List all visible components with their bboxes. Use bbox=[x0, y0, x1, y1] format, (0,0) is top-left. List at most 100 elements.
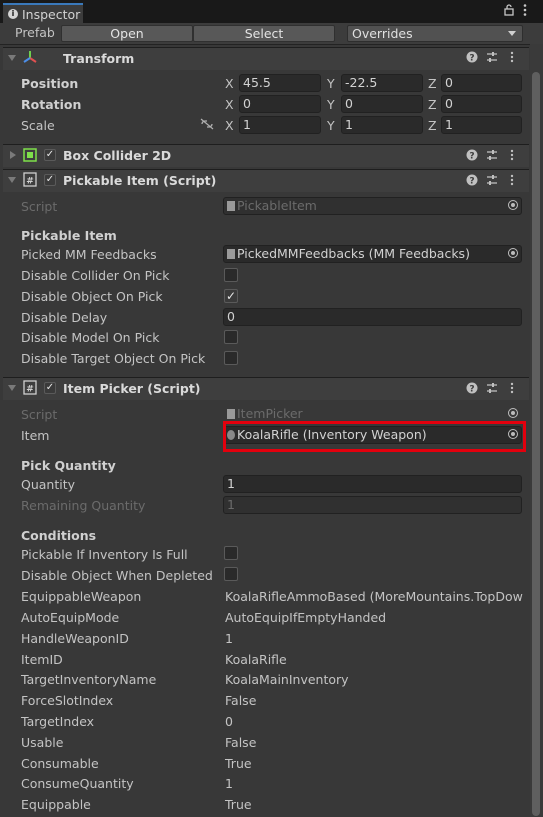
tab-inspector[interactable]: i Inspector bbox=[3, 3, 83, 23]
position-z-field[interactable]: 0 bbox=[441, 74, 522, 92]
help-icon[interactable]: ? bbox=[466, 51, 478, 66]
axis-y-label: Y bbox=[327, 97, 335, 112]
disable-model-label: Disable Model On Pick bbox=[21, 330, 160, 345]
force-slot-index-value: False bbox=[225, 693, 257, 708]
item-picker-enabled-checkbox[interactable]: ✓ bbox=[44, 382, 56, 394]
target-index-label: TargetIndex bbox=[21, 714, 95, 729]
position-x-field[interactable]: 45.5 bbox=[239, 74, 321, 92]
foldout-arrow-icon[interactable] bbox=[8, 177, 16, 183]
preset-icon[interactable] bbox=[486, 149, 498, 164]
preset-icon[interactable] bbox=[486, 51, 498, 66]
script-file-icon bbox=[227, 409, 235, 419]
position-y-field[interactable]: -22.5 bbox=[341, 74, 423, 92]
object-picker-icon bbox=[508, 408, 518, 418]
handle-weapon-id-label: HandleWeaponID bbox=[21, 631, 129, 646]
foldout-arrow-icon[interactable] bbox=[8, 55, 16, 61]
scrollbar-thumb[interactable] bbox=[532, 72, 540, 816]
svg-text:?: ? bbox=[469, 177, 474, 187]
help-icon[interactable]: ? bbox=[466, 382, 478, 397]
scale-y-field[interactable]: 1 bbox=[341, 116, 423, 134]
axis-z-label: Z bbox=[428, 76, 437, 91]
overrides-dropdown[interactable]: Overrides bbox=[347, 25, 523, 42]
equippable-label: Equippable bbox=[21, 797, 91, 812]
prefab-label: Prefab bbox=[15, 25, 55, 40]
help-icon[interactable]: ? bbox=[466, 149, 478, 164]
axis-y-label: Y bbox=[327, 118, 335, 133]
scale-x-field[interactable]: 1 bbox=[239, 116, 321, 134]
component-menu-icon[interactable] bbox=[509, 382, 515, 397]
axis-z-label: Z bbox=[428, 118, 437, 133]
disable-delay-field[interactable]: 0 bbox=[223, 308, 522, 326]
object-picker-icon[interactable] bbox=[508, 248, 518, 258]
item-id-value: KoalaRifle bbox=[225, 652, 287, 667]
rotation-x-field[interactable]: 0 bbox=[239, 95, 321, 113]
disable-model-checkbox[interactable] bbox=[224, 330, 238, 344]
object-picker-icon bbox=[508, 200, 518, 210]
equippable-weapon-value: KoalaRifleAmmoBased (MoreMountains.TopDo… bbox=[225, 589, 523, 604]
remaining-quantity-field: 1 bbox=[223, 496, 522, 514]
rotation-label: Rotation bbox=[21, 97, 82, 112]
consume-quantity-value: 1 bbox=[225, 776, 233, 791]
item-picker-script-label: Script bbox=[21, 407, 58, 422]
constrain-proportions-icon[interactable] bbox=[200, 118, 214, 133]
scale-z-field[interactable]: 1 bbox=[441, 116, 522, 134]
box-collider-icon bbox=[23, 148, 37, 165]
force-slot-index-label: ForceSlotIndex bbox=[21, 693, 114, 708]
pickable-item-enabled-checkbox[interactable]: ✓ bbox=[44, 174, 56, 186]
pickable-script-value: PickableItem bbox=[237, 198, 317, 213]
preset-icon[interactable] bbox=[486, 174, 498, 189]
pickable-script-field: PickableItem bbox=[223, 197, 522, 215]
auto-equip-mode-value: AutoEquipIfEmptyHanded bbox=[225, 610, 387, 625]
usable-value: False bbox=[225, 735, 257, 750]
item-picker-script-value: ItemPicker bbox=[237, 406, 303, 421]
consumable-value: True bbox=[225, 756, 252, 771]
equippable-value: True bbox=[225, 797, 252, 812]
lock-icon[interactable] bbox=[503, 4, 515, 19]
prefab-open-button[interactable]: Open bbox=[61, 25, 193, 42]
quantity-label: Quantity bbox=[21, 477, 76, 492]
position-label: Position bbox=[21, 76, 79, 91]
axis-y-label: Y bbox=[327, 76, 335, 91]
svg-text:#: # bbox=[26, 385, 34, 395]
conditions-section: Conditions bbox=[21, 528, 97, 543]
box-collider-enabled-checkbox[interactable]: ✓ bbox=[44, 149, 56, 161]
component-menu-icon[interactable] bbox=[509, 149, 515, 164]
remaining-quantity-label: Remaining Quantity bbox=[21, 498, 146, 513]
auto-equip-mode-label: AutoEquipMode bbox=[21, 610, 120, 625]
picked-feedbacks-label: Picked MM Feedbacks bbox=[21, 247, 157, 262]
quantity-field[interactable]: 1 bbox=[223, 475, 522, 493]
disable-object-label: Disable Object On Pick bbox=[21, 289, 163, 304]
disable-depleted-checkbox[interactable] bbox=[224, 567, 238, 581]
help-icon[interactable]: ? bbox=[466, 174, 478, 189]
scale-label: Scale bbox=[21, 118, 55, 133]
disable-collider-checkbox[interactable] bbox=[224, 268, 238, 282]
pickable-script-label: Script bbox=[21, 199, 58, 214]
rotation-y-field[interactable]: 0 bbox=[341, 95, 423, 113]
pick-quantity-section: Pick Quantity bbox=[21, 458, 116, 473]
disable-object-checkbox[interactable]: ✓ bbox=[224, 289, 238, 303]
preset-icon[interactable] bbox=[486, 382, 498, 397]
svg-text:?: ? bbox=[469, 54, 474, 64]
svg-text:#: # bbox=[26, 177, 34, 187]
disable-depleted-label: Disable Object When Depleted bbox=[21, 568, 213, 583]
rotation-z-field[interactable]: 0 bbox=[441, 95, 522, 113]
kebab-menu-icon[interactable] bbox=[522, 3, 528, 20]
picked-feedbacks-field[interactable]: PickedMMFeedbacks (MM Feedbacks) bbox=[223, 245, 522, 263]
pickable-if-full-checkbox[interactable] bbox=[224, 546, 238, 560]
usable-label: Usable bbox=[21, 735, 64, 750]
item-picker-title: Item Picker (Script) bbox=[63, 381, 201, 396]
target-inventory-value: KoalaMainInventory bbox=[225, 672, 349, 687]
component-menu-icon[interactable] bbox=[509, 51, 515, 66]
script-file-icon bbox=[227, 201, 235, 211]
transform-icon bbox=[22, 50, 38, 69]
disable-delay-label: Disable Delay bbox=[21, 310, 108, 325]
prefab-select-button[interactable]: Select bbox=[193, 25, 335, 42]
component-menu-icon[interactable] bbox=[509, 174, 515, 189]
equippable-weapon-label: EquippableWeapon bbox=[21, 589, 142, 604]
item-label: Item bbox=[21, 428, 50, 443]
foldout-arrow-icon[interactable] bbox=[10, 151, 16, 159]
disable-target-checkbox[interactable] bbox=[224, 351, 238, 365]
pickable-item-section: Pickable Item bbox=[21, 228, 117, 243]
foldout-arrow-icon[interactable] bbox=[8, 385, 16, 391]
chevron-down-icon bbox=[508, 31, 516, 36]
